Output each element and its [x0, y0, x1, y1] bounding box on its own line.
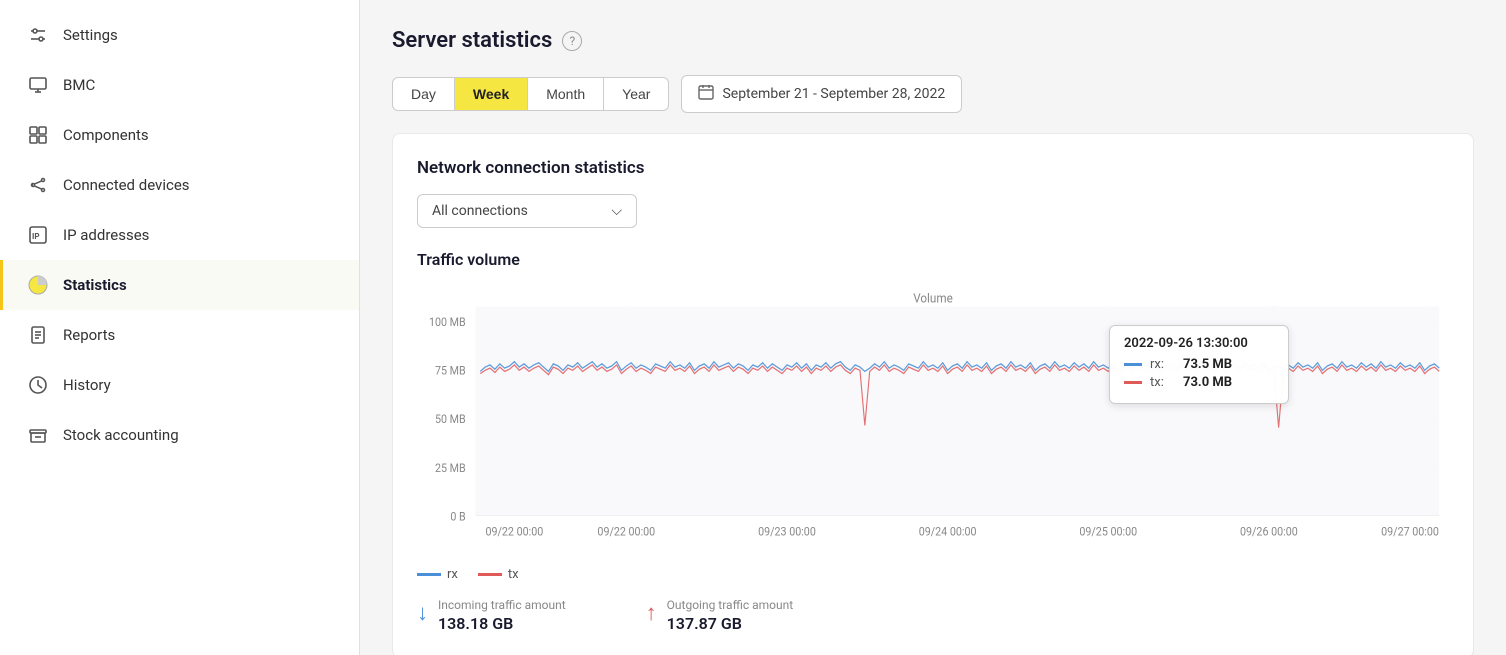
monitor-icon — [27, 74, 49, 96]
tooltip-tx-line — [1124, 381, 1142, 384]
share-icon — [27, 174, 49, 196]
legend-rx-line — [417, 573, 441, 576]
main-content: Server statistics ? Day Week Month Year … — [360, 0, 1506, 655]
sidebar: Settings BMC Components Connected d — [0, 0, 360, 655]
legend-rx: rx — [417, 567, 458, 582]
sidebar-item-stock-accounting-label: Stock accounting — [63, 426, 179, 444]
sidebar-item-statistics[interactable]: Statistics — [0, 260, 359, 310]
time-btn-month[interactable]: Month — [528, 77, 604, 111]
sidebar-item-ip-addresses[interactable]: IP IP addresses — [0, 210, 359, 260]
incoming-traffic-label: Incoming traffic amount — [438, 598, 566, 612]
sidebar-item-history-label: History — [63, 376, 111, 394]
grid-icon — [27, 124, 49, 146]
file-text-icon — [27, 324, 49, 346]
incoming-traffic-info: Incoming traffic amount 138.18 GB — [438, 598, 566, 633]
svg-text:09/27 00:00: 09/27 00:00 — [1381, 525, 1439, 539]
time-btn-year[interactable]: Year — [604, 77, 669, 111]
incoming-traffic: ↓ Incoming traffic amount 138.18 GB — [417, 598, 566, 633]
date-range-label: September 21 - September 28, 2022 — [722, 86, 945, 102]
network-section-title: Network connection statistics — [417, 158, 1449, 178]
sliders-icon — [27, 24, 49, 46]
calendar-icon — [698, 84, 714, 104]
sidebar-item-connected-devices-label: Connected devices — [63, 176, 190, 194]
tooltip-rx-value: 73.5 MB — [1183, 357, 1232, 372]
tooltip-date: 2022-09-26 13:30:00 — [1124, 336, 1274, 351]
time-btn-day[interactable]: Day — [392, 77, 455, 111]
sidebar-item-ip-addresses-label: IP addresses — [63, 226, 149, 244]
svg-text:75 MB: 75 MB — [435, 364, 466, 378]
time-btn-week[interactable]: Week — [455, 77, 528, 111]
volume-label: Volume — [913, 292, 953, 307]
svg-text:IP: IP — [32, 232, 40, 241]
incoming-traffic-value: 138.18 GB — [438, 614, 566, 633]
traffic-section-title: Traffic volume — [417, 250, 1449, 269]
svg-text:09/22 00:00: 09/22 00:00 — [485, 525, 543, 539]
page-header: Server statistics ? — [392, 28, 1474, 53]
sidebar-item-settings[interactable]: Settings — [0, 10, 359, 60]
tooltip-tx-row: tx: 73.0 MB — [1124, 375, 1274, 390]
tooltip-tx-value: 73.0 MB — [1183, 375, 1232, 390]
chevron-down-icon: ⌵ — [611, 203, 622, 219]
svg-text:25 MB: 25 MB — [435, 461, 466, 475]
tooltip-rx-line — [1124, 363, 1142, 366]
chart-tooltip: 2022-09-26 13:30:00 rx: 73.5 MB tx: 73.0… — [1109, 325, 1289, 404]
svg-text:09/24 00:00: 09/24 00:00 — [919, 525, 977, 539]
chart-svg: Volume 100 MB 75 MB 50 MB 25 MB 0 B — [417, 285, 1449, 555]
connections-dropdown-value: All connections — [432, 203, 528, 219]
outgoing-traffic-info: Outgoing traffic amount 137.87 GB — [667, 598, 794, 633]
tag-icon: IP — [27, 224, 49, 246]
sidebar-item-reports-label: Reports — [63, 326, 115, 344]
sidebar-item-settings-label: Settings — [63, 26, 118, 44]
pie-chart-icon — [27, 274, 49, 296]
incoming-arrow-icon: ↓ — [417, 600, 428, 626]
page-title: Server statistics — [392, 28, 552, 53]
sidebar-item-statistics-label: Statistics — [63, 276, 127, 294]
outgoing-arrow-icon: ↑ — [646, 600, 657, 626]
legend-rx-label: rx — [447, 567, 458, 582]
time-range-selector: Day Week Month Year September 21 - Septe… — [392, 75, 1474, 113]
svg-text:09/26 00:00: 09/26 00:00 — [1240, 525, 1298, 539]
statistics-card: Network connection statistics All connec… — [392, 133, 1474, 655]
date-range-button[interactable]: September 21 - September 28, 2022 — [681, 75, 962, 113]
tooltip-rx-row: rx: 73.5 MB — [1124, 357, 1274, 372]
sidebar-item-bmc-label: BMC — [63, 76, 95, 94]
sidebar-item-components[interactable]: Components — [0, 110, 359, 160]
svg-text:09/22 00:00: 09/22 00:00 — [597, 525, 655, 539]
clock-icon — [27, 374, 49, 396]
tooltip-tx-label: tx: — [1150, 375, 1175, 390]
help-icon[interactable]: ? — [562, 31, 582, 51]
sidebar-item-reports[interactable]: Reports — [0, 310, 359, 360]
outgoing-traffic-label: Outgoing traffic amount — [667, 598, 794, 612]
sidebar-item-bmc[interactable]: BMC — [0, 60, 359, 110]
legend-tx-line — [478, 573, 502, 576]
sidebar-item-stock-accounting[interactable]: Stock accounting — [0, 410, 359, 460]
sidebar-item-history[interactable]: History — [0, 360, 359, 410]
legend-tx-label: tx — [508, 567, 519, 582]
traffic-amounts: ↓ Incoming traffic amount 138.18 GB ↑ Ou… — [417, 598, 1449, 633]
legend-tx: tx — [478, 567, 519, 582]
traffic-chart: Volume 100 MB 75 MB 50 MB 25 MB 0 B — [417, 285, 1449, 555]
archive-icon — [27, 424, 49, 446]
connections-dropdown[interactable]: All connections ⌵ — [417, 194, 637, 228]
sidebar-item-components-label: Components — [63, 126, 149, 144]
sidebar-item-connected-devices[interactable]: Connected devices — [0, 160, 359, 210]
outgoing-traffic: ↑ Outgoing traffic amount 137.87 GB — [646, 598, 794, 633]
svg-text:100 MB: 100 MB — [429, 316, 466, 330]
svg-text:09/25 00:00: 09/25 00:00 — [1079, 525, 1137, 539]
svg-text:0 B: 0 B — [450, 510, 465, 524]
chart-legend: rx tx — [417, 567, 1449, 582]
outgoing-traffic-value: 137.87 GB — [667, 614, 794, 633]
tooltip-rx-label: rx: — [1150, 357, 1175, 372]
svg-text:09/23 00:00: 09/23 00:00 — [758, 525, 816, 539]
svg-text:50 MB: 50 MB — [435, 413, 466, 427]
